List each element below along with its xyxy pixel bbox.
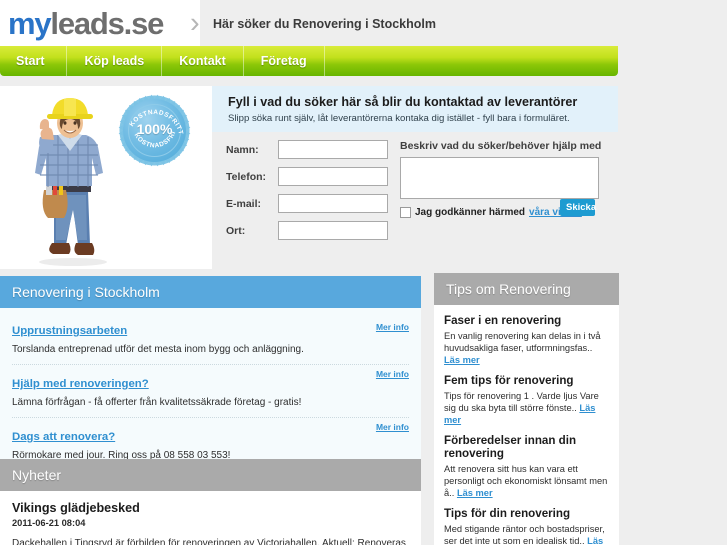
tip-item: Faser i en renovering En vanlig renoveri… <box>444 314 609 366</box>
form-header: Fyll i vad du söker här så blir du konta… <box>212 86 618 132</box>
tip-title: Förberedelser innan din renovering <box>444 433 577 461</box>
input-email[interactable] <box>278 194 388 213</box>
news-item-text: Dackehallen i Tingsryd är förbilden för … <box>12 537 409 545</box>
news-section: Nyheter Vikings glädjebesked 2011-06-21 … <box>0 459 421 545</box>
listing-more-link[interactable]: Mer info <box>376 369 409 379</box>
label-description: Beskriv vad du söker/behöver hjälp med <box>400 140 602 152</box>
listing-title[interactable]: Hjälp med renoveringen? <box>12 378 149 390</box>
listing-title[interactable]: Upprustningsarbeten <box>12 325 127 337</box>
agree-text: Jag godkänner härmed <box>415 207 526 218</box>
left-column: Renovering i Stockholm Upprustningsarbet… <box>0 276 421 476</box>
listing-desc: Lämna förfrågan - få offerter från kvali… <box>12 397 302 408</box>
form-body: Namn: Telefon: E-mail: Ort: Beskriv vad … <box>212 132 618 269</box>
label-ort: Ort: <box>226 224 246 237</box>
listing-desc: Torslanda entreprenad utför det mesta in… <box>12 344 304 355</box>
news-item-title: Vikings glädjebesked <box>12 501 140 515</box>
tip-title: Tips för din renovering <box>444 507 571 521</box>
field-row-email: E-mail: <box>226 194 388 213</box>
tip-text: Tips för renovering 1 . Varde ljus Vare … <box>444 390 609 426</box>
input-namn[interactable] <box>278 140 388 159</box>
input-description[interactable] <box>400 157 599 199</box>
logo-text: myleads.se <box>0 5 164 41</box>
tip-text-span: En vanlig renovering kan delas in i två … <box>444 330 601 353</box>
list-item: Upprustningsarbeten Mer info Torslanda e… <box>12 318 409 364</box>
badge-percent-label: 100% <box>136 121 173 137</box>
nav-item-kop-leads[interactable]: Köp leads <box>67 46 163 76</box>
news-text-span: Dackehallen i Tingsryd är förbilden för … <box>12 538 406 545</box>
news-item-date: 2011-06-21 08:04 <box>12 518 86 528</box>
site-logo[interactable]: myleads.se <box>0 0 200 46</box>
tip-text-span: Tips för renovering 1 . Varde ljus Vare … <box>444 390 599 413</box>
tip-text-span: Med stigande räntor och bostadspriser, s… <box>444 524 605 545</box>
form-subheading: Slipp söka runt själv, låt leverantörern… <box>228 113 570 124</box>
logo-my: my <box>8 5 52 41</box>
lead-form-panel: Fyll i vad du söker här så blir du konta… <box>212 86 618 269</box>
main-nav: Start Köp leads Kontakt Företag <box>0 46 618 76</box>
kostnadsfritt-badge: KOSTNADSFRITT KOSTNADSFRITT 100% <box>116 89 191 167</box>
tip-text: Med stigande räntor och bostadspriser, s… <box>444 523 609 545</box>
logo-leads: leads.se <box>50 5 164 41</box>
tip-text: En vanlig renovering kan delas in i två … <box>444 330 609 366</box>
left-panel-title: Renovering i Stockholm <box>0 276 421 308</box>
tip-read-more-link[interactable]: Läs mer <box>457 488 493 498</box>
list-item: Hjälp med renoveringen? Mer info Lämna f… <box>12 364 409 417</box>
listing-more-link[interactable]: Mer info <box>376 422 409 432</box>
terms-agreement-row: Jag godkänner härmed våra villkor <box>400 207 582 218</box>
input-telefon[interactable] <box>278 167 388 186</box>
tip-title: Faser i en renovering <box>444 314 562 327</box>
listing-title[interactable]: Dags att renovera? <box>12 431 115 443</box>
listing-more-link[interactable]: Mer info <box>376 322 409 332</box>
field-row-ort: Ort: <box>226 221 388 240</box>
nav-item-start[interactable]: Start <box>0 46 68 76</box>
left-panel-body: Upprustningsarbeten Mer info Torslanda e… <box>0 308 421 476</box>
input-ort[interactable] <box>278 221 388 240</box>
nav-item-kontakt[interactable]: Kontakt <box>162 46 244 76</box>
tip-item: Fem tips för renovering Tips för renover… <box>444 374 609 426</box>
tip-item: Tips för din renovering Med stigande rän… <box>444 507 609 545</box>
checkbox-agree-terms[interactable] <box>400 207 411 218</box>
chevron-right-icon: › <box>190 7 200 39</box>
tip-title: Fem tips för renovering <box>444 373 574 387</box>
construction-worker-image <box>35 98 107 266</box>
form-heading: Fyll i vad du söker här så blir du konta… <box>228 95 578 109</box>
news-panel-title: Nyheter <box>0 459 421 491</box>
page-tagline: Här söker du Renovering i Stockholm <box>213 17 436 31</box>
tip-read-more-link[interactable]: Läs mer <box>444 355 480 365</box>
field-row-telefon: Telefon: <box>226 167 388 186</box>
submit-button[interactable]: Skicka <box>560 199 596 216</box>
right-column: Tips om Renovering Faser i en renovering… <box>434 273 619 545</box>
news-item: Vikings glädjebesked 2011-06-21 08:04 Da… <box>12 501 409 545</box>
label-namn: Namn: <box>226 143 259 156</box>
news-body: Vikings glädjebesked 2011-06-21 08:04 Da… <box>0 491 421 545</box>
tip-item: Förberedelser innan din renovering Att r… <box>444 434 609 500</box>
label-email: E-mail: <box>226 197 262 210</box>
nav-item-foretag[interactable]: Företag <box>244 46 325 76</box>
label-telefon: Telefon: <box>226 170 267 183</box>
tips-body: Faser i en renovering En vanlig renoveri… <box>434 305 619 545</box>
field-row-namn: Namn: <box>226 140 388 159</box>
tip-text: Att renovera sitt hus kan vara ett perso… <box>444 463 609 499</box>
page-root: myleads.se › Här söker du Renovering i S… <box>0 0 727 545</box>
hero-image-panel: KOSTNADSFRITT KOSTNADSFRITT 100% <box>0 86 212 269</box>
tips-panel-title: Tips om Renovering <box>434 273 619 305</box>
